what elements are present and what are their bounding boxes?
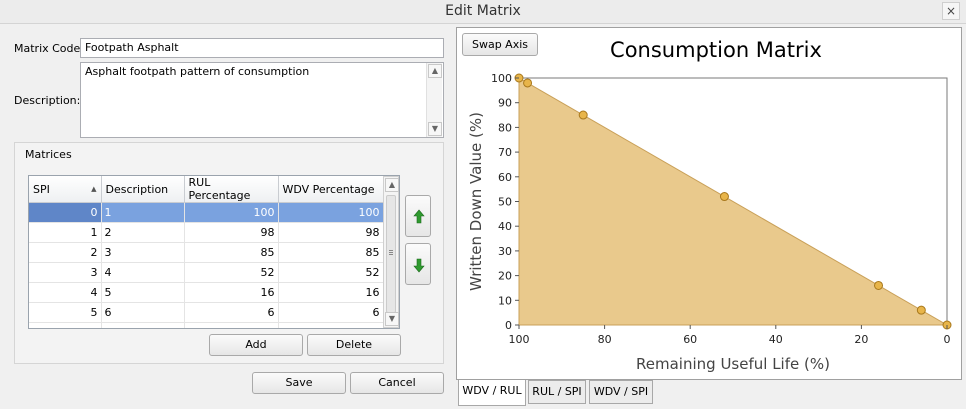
move-up-button[interactable] bbox=[405, 195, 431, 237]
y-tick-label: 30 bbox=[498, 245, 512, 258]
y-tick-label: 80 bbox=[498, 121, 512, 134]
cell-description[interactable]: 1 bbox=[101, 202, 185, 223]
y-axis-label: Written Down Value (%) bbox=[467, 112, 485, 291]
x-tick-label: 0 bbox=[944, 333, 951, 346]
cell-rul-percentage[interactable]: 85 bbox=[184, 242, 279, 263]
consumption-chart: Consumption Matrix 0 10 20 30 40 50 60 70 80 90 100… bbox=[467, 38, 952, 373]
table-row[interactable]: 6700 bbox=[29, 322, 384, 328]
cell-description[interactable]: 5 bbox=[101, 282, 185, 303]
cell-rul-percentage[interactable]: 0 bbox=[184, 322, 279, 328]
cell-rul-percentage[interactable]: 98 bbox=[184, 222, 279, 243]
tab-rul-spi[interactable]: RUL / SPI bbox=[528, 380, 586, 404]
scroll-down-icon[interactable]: ▼ bbox=[428, 122, 442, 136]
cell-wdv-percentage[interactable]: 6 bbox=[278, 302, 384, 323]
matrices-group-title: Matrices bbox=[25, 148, 72, 161]
sort-ascending-icon: ▲ bbox=[91, 184, 97, 193]
save-button[interactable]: Save bbox=[252, 372, 346, 394]
cell-description[interactable]: 6 bbox=[101, 302, 185, 323]
matrices-grid[interactable]: SPI ▲ Description RUL Percentage WDV Perc… bbox=[28, 175, 400, 329]
x-axis-label: Remaining Useful Life (%) bbox=[636, 355, 830, 373]
delete-button[interactable]: Delete bbox=[307, 334, 401, 356]
chart-panel: Swap Axis Consumption Matrix 0 10 20 30 40 50 6… bbox=[456, 27, 962, 380]
data-point bbox=[874, 280, 884, 290]
cell-rul-percentage[interactable]: 6 bbox=[184, 302, 279, 323]
y-tick-label: 20 bbox=[498, 270, 512, 283]
table-row[interactable]: 3 4 52 52 bbox=[29, 262, 384, 283]
cell-spi[interactable]: 2 bbox=[29, 242, 102, 263]
cell-description[interactable]: 3 bbox=[101, 242, 185, 263]
col-header-description[interactable]: Description bbox=[101, 176, 185, 203]
grid-scrollbar[interactable]: ▲ ▼ bbox=[383, 176, 399, 328]
y-tick-label: 90 bbox=[498, 97, 512, 110]
col-header-spi[interactable]: SPI ▲ bbox=[29, 176, 102, 203]
arrow-down-icon bbox=[413, 258, 425, 273]
matrix-code-field[interactable]: Footpath Asphalt bbox=[80, 38, 444, 58]
title-bar: Edit Matrix × bbox=[0, 0, 966, 24]
col-header-wdv-percentage[interactable]: WDV Percentage bbox=[278, 176, 384, 203]
y-tick-label: 10 bbox=[498, 294, 512, 307]
description-field[interactable]: Asphalt footpath pattern of consumption bbox=[80, 62, 444, 138]
description-label: Description: bbox=[14, 94, 81, 107]
tab-wdv-spi[interactable]: WDV / SPI bbox=[589, 380, 653, 404]
cell-description[interactable]: 7 bbox=[101, 322, 185, 328]
description-text: Asphalt footpath pattern of consumption bbox=[85, 65, 310, 78]
y-tick-label: 60 bbox=[498, 171, 512, 184]
scroll-up-icon[interactable]: ▲ bbox=[428, 64, 442, 78]
close-icon: × bbox=[945, 4, 957, 18]
close-button[interactable]: × bbox=[942, 2, 960, 20]
cell-wdv-percentage[interactable]: 52 bbox=[278, 262, 384, 283]
cell-wdv-percentage[interactable]: 0 bbox=[278, 322, 384, 328]
cell-spi[interactable]: 4 bbox=[29, 282, 102, 303]
y-tick-label: 50 bbox=[498, 196, 512, 209]
window-title: Edit Matrix bbox=[445, 3, 521, 19]
grid-scroll-up-icon[interactable]: ▲ bbox=[385, 178, 399, 192]
data-point bbox=[523, 78, 533, 88]
add-button[interactable]: Add bbox=[209, 334, 303, 356]
x-tick-label: 40 bbox=[769, 333, 783, 346]
chart-title: Consumption Matrix bbox=[610, 38, 822, 62]
cell-spi[interactable]: 0 bbox=[29, 202, 102, 223]
cell-spi[interactable]: 6 bbox=[29, 322, 102, 328]
data-point bbox=[916, 305, 926, 315]
cell-rul-percentage[interactable]: 52 bbox=[184, 262, 279, 283]
data-point bbox=[578, 110, 588, 120]
cell-wdv-percentage[interactable]: 16 bbox=[278, 282, 384, 303]
description-scrollbar[interactable]: ▲ ▼ bbox=[426, 63, 442, 137]
cell-spi[interactable]: 3 bbox=[29, 262, 102, 283]
x-tick-label: 20 bbox=[854, 333, 868, 346]
x-tick-label: 60 bbox=[683, 333, 697, 346]
grid-scroll-down-icon[interactable]: ▼ bbox=[385, 312, 399, 326]
cell-wdv-percentage[interactable]: 98 bbox=[278, 222, 384, 243]
y-tick-label: 70 bbox=[498, 146, 512, 159]
cancel-button[interactable]: Cancel bbox=[350, 372, 444, 394]
table-row[interactable]: 1 2 98 98 bbox=[29, 222, 384, 243]
table-row[interactable]: 4 5 16 16 bbox=[29, 282, 384, 303]
table-header-row: SPI ▲ Description RUL Percentage WDV Perc… bbox=[29, 176, 384, 203]
matrices-table: SPI ▲ Description RUL Percentage WDV Perc… bbox=[29, 176, 384, 328]
arrow-up-icon bbox=[413, 209, 425, 224]
y-tick-label: 100 bbox=[491, 72, 512, 85]
x-tick-label: 100 bbox=[509, 333, 530, 346]
cell-wdv-percentage[interactable]: 100 bbox=[278, 202, 384, 223]
cell-wdv-percentage[interactable]: 85 bbox=[278, 242, 384, 263]
cell-rul-percentage[interactable]: 16 bbox=[184, 282, 279, 303]
cell-spi[interactable]: 5 bbox=[29, 302, 102, 323]
cell-spi[interactable]: 1 bbox=[29, 222, 102, 243]
cell-description[interactable]: 2 bbox=[101, 222, 185, 243]
y-tick-label: 0 bbox=[505, 319, 512, 332]
tab-wdv-rul[interactable]: WDV / RUL bbox=[458, 380, 526, 406]
data-point bbox=[719, 192, 729, 202]
matrix-code-label: Matrix Code: bbox=[14, 42, 84, 55]
x-tick-label: 80 bbox=[598, 333, 612, 346]
table-row[interactable]: 5666 bbox=[29, 302, 384, 323]
grid-scroll-thumb[interactable] bbox=[386, 195, 396, 313]
y-tick-label: 40 bbox=[498, 220, 512, 233]
cell-description[interactable]: 4 bbox=[101, 262, 185, 283]
move-down-button[interactable] bbox=[405, 243, 431, 285]
table-row[interactable]: 2 3 85 85 bbox=[29, 242, 384, 263]
col-header-rul-percentage[interactable]: RUL Percentage bbox=[184, 176, 279, 203]
table-row[interactable]: 0 1 100 100 bbox=[29, 202, 384, 223]
cell-rul-percentage[interactable]: 100 bbox=[184, 202, 279, 223]
